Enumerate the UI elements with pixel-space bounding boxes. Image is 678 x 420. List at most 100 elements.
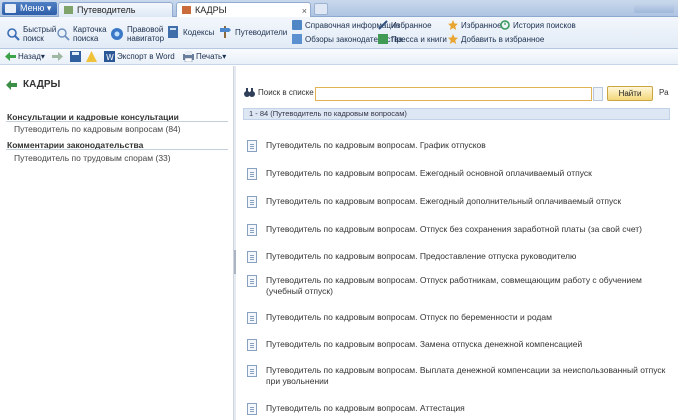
- page-icon: [64, 6, 73, 14]
- review-icon: [292, 34, 302, 44]
- panel-splitter[interactable]: [233, 66, 236, 420]
- left-panel: КАДРЫ Консультации и кадровые консультац…: [0, 66, 233, 420]
- document-item[interactable]: Путеводитель по кадровым вопросам. Аттес…: [247, 403, 672, 415]
- document-icon: [247, 140, 257, 152]
- section-divider: [6, 149, 228, 150]
- document-icon: [247, 251, 257, 263]
- main-menu-label: Меню: [20, 3, 45, 13]
- back-arrow-icon[interactable]: [6, 79, 17, 90]
- find-button[interactable]: Найти: [607, 86, 653, 101]
- warning-icon: [86, 51, 97, 62]
- floppy-icon: [70, 51, 81, 62]
- tab-kadry-label: КАДРЫ: [195, 5, 227, 15]
- section-item-hr-guide[interactable]: Путеводитель по кадровым вопросам (84): [14, 124, 181, 134]
- quick-search-button[interactable]: Быстрый поиск: [6, 25, 56, 43]
- arrow-right-icon: [52, 51, 63, 62]
- document-item[interactable]: Путеводитель по кадровым вопросам. Замен…: [247, 339, 672, 351]
- add-to-favorites-button[interactable]: Добавить в избранное: [448, 34, 544, 44]
- document-item[interactable]: Путеводитель по кадровым вопросам. Отпус…: [247, 275, 672, 297]
- binoculars-icon: [244, 87, 255, 98]
- section-item-labor-disputes[interactable]: Путеводитель по трудовым спорам (33): [14, 153, 171, 163]
- guides-button[interactable]: Путеводители: [218, 25, 287, 39]
- save-button[interactable]: [70, 51, 83, 62]
- add-star-icon: [448, 34, 458, 44]
- search-icon: [6, 27, 20, 41]
- document-icon: [247, 275, 257, 287]
- export-word-button[interactable]: W Экспорт в Word: [104, 51, 175, 62]
- press-books-button[interactable]: Пресса и книги: [378, 34, 447, 44]
- navigator-icon: [110, 27, 124, 41]
- search-card-button[interactable]: Карточка поиска: [56, 25, 107, 43]
- legal-navigator-label: Правовой навигатор: [127, 25, 165, 43]
- new-tab-button[interactable]: [314, 3, 328, 15]
- favorites-label-1: Избранное: [391, 20, 432, 30]
- document-item[interactable]: Путеводитель по кадровым вопросам. Ежего…: [247, 168, 672, 180]
- document-icon: [247, 168, 257, 180]
- search-card-icon: [56, 27, 70, 41]
- signpost-icon: [218, 25, 232, 39]
- pen-icon: [378, 20, 388, 30]
- history-icon: [500, 20, 510, 30]
- document-title[interactable]: Путеводитель по кадровым вопросам. Отпус…: [266, 312, 552, 324]
- search-extra-label[interactable]: Ра: [659, 88, 669, 97]
- document-title[interactable]: Путеводитель по кадровым вопросам. Замен…: [266, 339, 582, 351]
- quick-search-label: Быстрый поиск: [23, 25, 57, 43]
- document-item[interactable]: Путеводитель по кадровым вопросам. Отпус…: [247, 312, 672, 324]
- document-title[interactable]: Путеводитель по кадровым вопросам. Предо…: [266, 251, 576, 263]
- tab-guide-label: Путеводитель: [77, 5, 136, 15]
- document-title[interactable]: Путеводитель по кадровым вопросам. Выпла…: [266, 365, 672, 387]
- left-panel-title: КАДРЫ: [6, 79, 60, 90]
- favorites-label-2: Избранное: [461, 20, 502, 30]
- svg-text:W: W: [106, 53, 114, 62]
- list-search-input[interactable]: [315, 87, 592, 101]
- document-item[interactable]: Путеводитель по кадровым вопросам. Предо…: [247, 251, 672, 263]
- document-icon: [247, 224, 257, 236]
- page-icon: [182, 6, 191, 14]
- document-title[interactable]: Путеводитель по кадровым вопросам. Отпус…: [266, 275, 672, 297]
- section-divider: [6, 121, 228, 122]
- left-title-text: КАДРЫ: [23, 79, 61, 90]
- back-label: Назад: [18, 52, 41, 61]
- search-history-label: История поисков: [513, 20, 576, 30]
- press-icon: [378, 34, 388, 44]
- favorites-button-1[interactable]: Избранное: [378, 20, 432, 30]
- document-item[interactable]: Путеводитель по кадровым вопросам. Выпла…: [247, 365, 672, 387]
- document-icon: [247, 403, 257, 415]
- document-icon: [247, 339, 257, 351]
- word-icon: W: [104, 51, 115, 62]
- tab-bar: Меню ▾ Путеводитель КАДРЫ ×: [0, 0, 678, 17]
- forward-button[interactable]: [52, 51, 65, 62]
- warning-button[interactable]: [86, 51, 99, 62]
- close-icon[interactable]: ×: [302, 4, 307, 18]
- codes-button[interactable]: Кодексы: [166, 25, 214, 39]
- toolbar: Назад ▾ W Экспорт в Word Печать ▾: [0, 49, 678, 65]
- add-to-favorites-label: Добавить в избранное: [461, 34, 545, 44]
- document-title[interactable]: Путеводитель по кадровым вопросам. Ежего…: [266, 196, 621, 208]
- results-header: 1 - 84 (Путеводитель по кадровым вопроса…: [243, 108, 670, 120]
- app-icon: [5, 4, 16, 13]
- document-item[interactable]: Путеводитель по кадровым вопросам. Графи…: [247, 140, 672, 152]
- document-title[interactable]: Путеводитель по кадровым вопросам. Графи…: [266, 140, 486, 152]
- document-title[interactable]: Путеводитель по кадровым вопросам. Отпус…: [266, 224, 642, 236]
- export-word-label: Экспорт в Word: [117, 52, 175, 61]
- splitter-grip[interactable]: [234, 250, 236, 274]
- back-button[interactable]: Назад ▾: [5, 51, 45, 62]
- tab-guide[interactable]: Путеводитель: [58, 2, 173, 17]
- list-search-label: Поиск в списке: [244, 87, 314, 98]
- document-title[interactable]: Путеводитель по кадровым вопросам. Ежего…: [266, 168, 592, 180]
- main-menu-button[interactable]: Меню ▾: [2, 2, 58, 15]
- search-label-text: Поиск в списке: [258, 88, 314, 97]
- search-dropdown-button[interactable]: [593, 87, 603, 101]
- tab-kadry[interactable]: КАДРЫ ×: [176, 2, 311, 17]
- favorites-button-2[interactable]: Избранное: [448, 20, 502, 30]
- legal-navigator-button[interactable]: Правовой навигатор: [110, 25, 164, 43]
- search-history-button[interactable]: История поисков: [500, 20, 576, 30]
- document-item[interactable]: Путеводитель по кадровым вопросам. Отпус…: [247, 224, 672, 236]
- window-controls[interactable]: [634, 3, 674, 13]
- arrow-left-icon: [5, 51, 16, 62]
- print-button[interactable]: Печать ▾: [183, 51, 226, 63]
- document-item[interactable]: Путеводитель по кадровым вопросам. Ежего…: [247, 196, 672, 208]
- document-title[interactable]: Путеводитель по кадровым вопросам. Аттес…: [266, 403, 465, 415]
- info-icon: [292, 20, 302, 30]
- document-icon: [247, 365, 257, 377]
